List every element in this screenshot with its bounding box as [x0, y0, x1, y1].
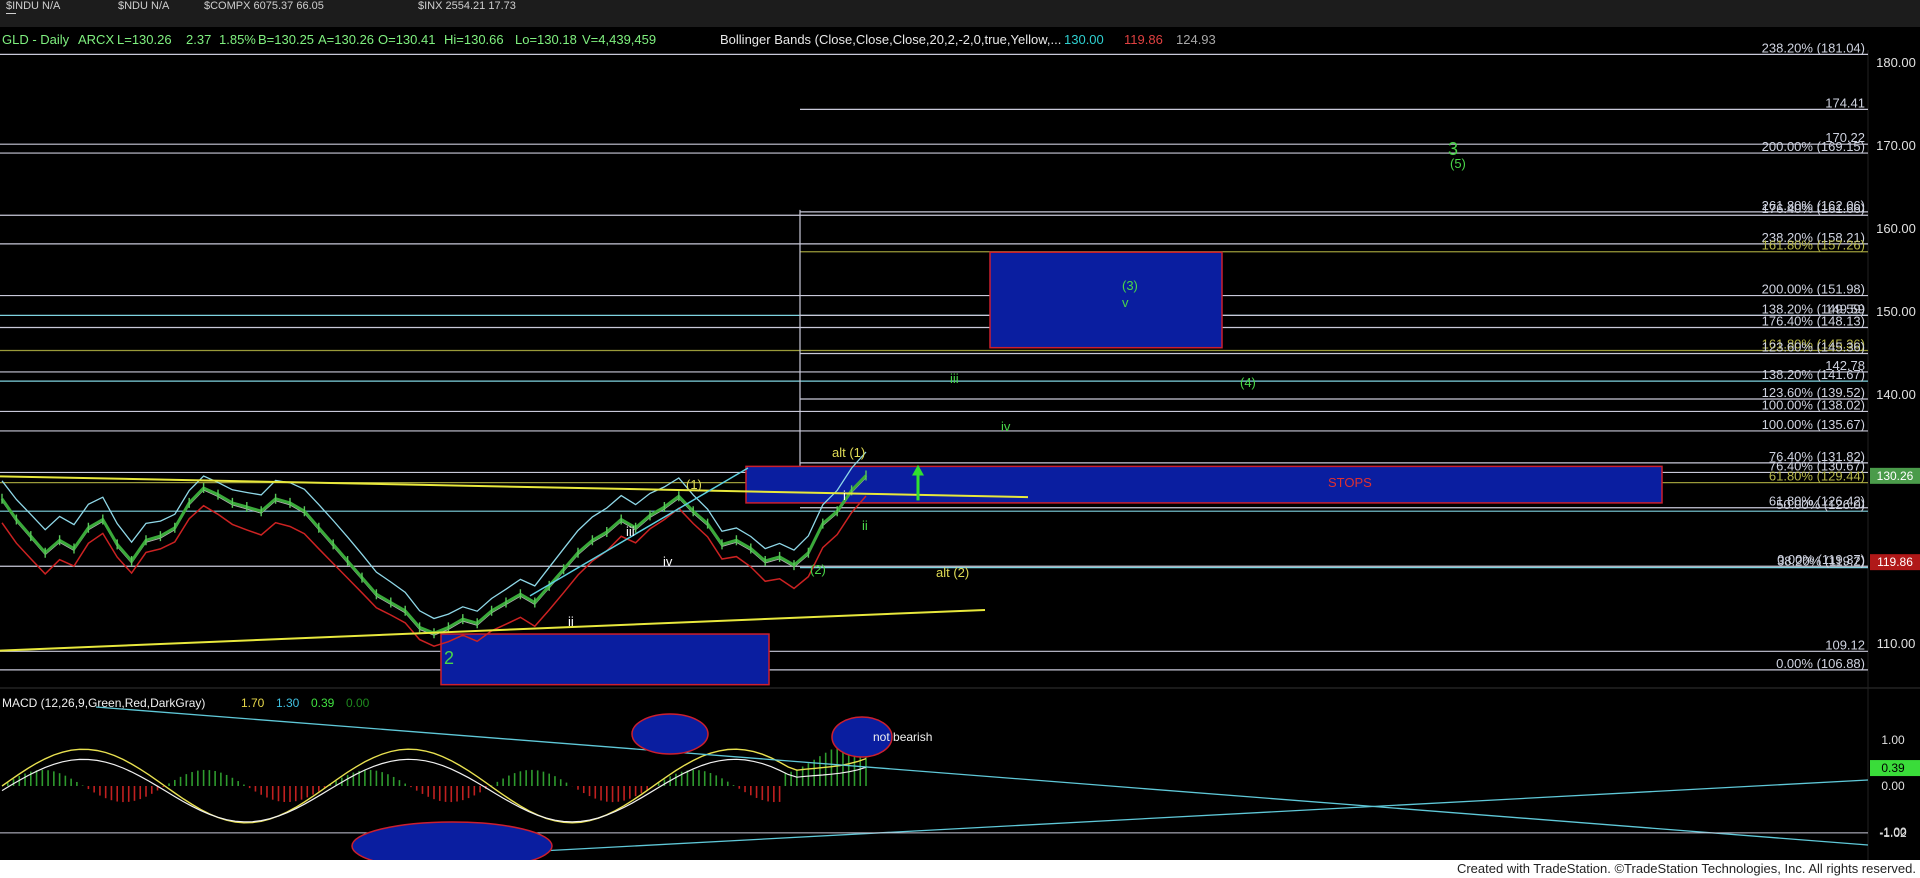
- wave-label: (4): [1240, 375, 1256, 390]
- fib-label: 138.20% (141.67): [1762, 367, 1865, 382]
- price-tick-label: 170.00: [1876, 138, 1916, 153]
- wave-label: (5): [1450, 156, 1466, 171]
- header-field: Hi=130.66: [444, 32, 504, 47]
- macd-trendline-up: [371, 779, 1869, 860]
- wave-label: iv: [663, 554, 673, 569]
- stops-label: STOPS: [1328, 475, 1372, 490]
- wave-label: iii: [950, 371, 959, 386]
- header-field: 1.85%: [219, 32, 256, 47]
- copyright-text: Created with TradeStation. ©TradeStation…: [1456, 861, 1916, 876]
- fib-label: 100.00% (138.02): [1762, 397, 1865, 412]
- support-box-wave-2: [440, 633, 770, 686]
- header-field: 2.37: [186, 32, 211, 47]
- macd-highlight-ellipse: [631, 713, 709, 755]
- chart-header: GLD - Daily ARCX L=130.26 2.37 1.85% B=130.25…: [2, 32, 1216, 47]
- wave-label: v: [1122, 295, 1129, 310]
- macd-value: 0.39: [311, 696, 335, 710]
- macd-value: 1.30: [276, 696, 300, 710]
- wave-label: alt (2): [936, 565, 969, 580]
- price-tick-label: 150.00: [1876, 304, 1916, 319]
- fib-label: 238.20% (181.04): [1762, 40, 1865, 55]
- wave-label: (2): [810, 562, 826, 577]
- fib-label: 200.00% (169.15): [1762, 139, 1865, 154]
- wave-label: 2: [444, 648, 454, 668]
- price-axis: 110.00120.00130.00140.00150.00160.00170.…: [1870, 55, 1920, 840]
- fib-label: 161.80% (157.26): [1762, 238, 1865, 253]
- wave-label: alt (1): [832, 445, 865, 460]
- fib-label: 61.80% (129.44): [1769, 469, 1865, 484]
- price-line: [0, 474, 868, 635]
- fib-label: 100.00% (135.67): [1762, 417, 1865, 432]
- header-field: Lo=130.18: [515, 32, 577, 47]
- price-tick-label: 140.00: [1876, 387, 1916, 402]
- macd-tick-label: 0.00: [1881, 779, 1905, 793]
- wave-label: ii: [568, 614, 574, 629]
- header-field: A=130.26: [318, 32, 374, 47]
- fib-label: 50.00% (126.0): [1776, 497, 1865, 512]
- price-series: [0, 470, 868, 639]
- fibonacci-levels: 238.20% (181.04)174.41170.22200.00% (169…: [0, 40, 1868, 671]
- bb-lower: [1, 495, 867, 648]
- price-tick-label: 110.00: [1877, 636, 1916, 651]
- header-field: L=130.26: [117, 32, 172, 47]
- bb-lower-value: 119.86: [1124, 32, 1163, 47]
- macd-value: 0.00: [346, 696, 370, 710]
- target-boxes: STOPS: [440, 251, 1663, 686]
- bb-upper-value: 130.00: [1064, 32, 1104, 47]
- header-field: B=130.25: [258, 32, 314, 47]
- not-bearish-label: not bearish: [873, 730, 932, 744]
- wave-label: i: [843, 488, 846, 503]
- header-field: O=130.41: [378, 32, 435, 47]
- price-chart-svg: 238.20% (181.04)174.41170.22200.00% (169…: [0, 32, 1920, 860]
- macd-panel: MACD (12,26,9,Green,Red,DarkGray) 1.70 1.3…: [0, 696, 1869, 860]
- wave-label: (3): [1122, 278, 1138, 293]
- support-box-stops: [745, 465, 1663, 504]
- macd-marker-label: -1.02: [1879, 826, 1907, 840]
- header-field: GLD - Daily: [2, 32, 70, 47]
- bb-mid-value: 124.93: [1176, 32, 1216, 47]
- macd-tick-label: 1.00: [1881, 733, 1905, 747]
- fib-label: 176.40% (161.66): [1762, 201, 1865, 216]
- price-tick-label: 180.00: [1876, 55, 1916, 70]
- wave-labels: 3(5)(3)viii (4)ivalt (1)alt (2)(1)(2)iiii…: [444, 139, 1466, 668]
- price-tick-label: 160.00: [1876, 221, 1916, 236]
- fib-label: 174.41: [1825, 95, 1865, 110]
- copyright-footer: Created with TradeStation. ©TradeStation…: [0, 860, 1920, 878]
- macd-value: 1.70: [241, 696, 265, 710]
- macd-trendline-down: [95, 706, 1869, 846]
- header-field: Bollinger Bands (Close,Close,Close,20,2,…: [720, 32, 1061, 47]
- header-field: V=4,439,459: [582, 32, 656, 47]
- wave-label: iv: [1001, 419, 1011, 434]
- fib-label: 0.00% (106.88): [1776, 656, 1865, 671]
- wave-label: iii: [626, 524, 635, 539]
- macd-highlight-ellipse: [351, 821, 553, 860]
- target-box-wave-3: [989, 251, 1223, 349]
- fib-label: 109.12: [1825, 637, 1865, 652]
- bb-upper: [1, 451, 867, 620]
- fib-label: 38.20% (119.2): [1777, 554, 1865, 569]
- price-bars: [1, 470, 867, 639]
- price-marker-label: 130.26: [1877, 469, 1914, 483]
- price-marker-label: 119.86: [1877, 555, 1913, 569]
- fib-label: 176.40% (148.13): [1762, 314, 1865, 329]
- fib-label: 123.60% (145.36): [1762, 340, 1865, 355]
- fib-label: 200.00% (151.98): [1762, 282, 1865, 297]
- wave-label: (1): [686, 477, 702, 492]
- wave-label: ii: [862, 518, 868, 533]
- header-field: ARCX: [78, 32, 114, 47]
- bollinger-bands: [1, 451, 867, 648]
- macd-marker-label: 0.39: [1881, 761, 1905, 775]
